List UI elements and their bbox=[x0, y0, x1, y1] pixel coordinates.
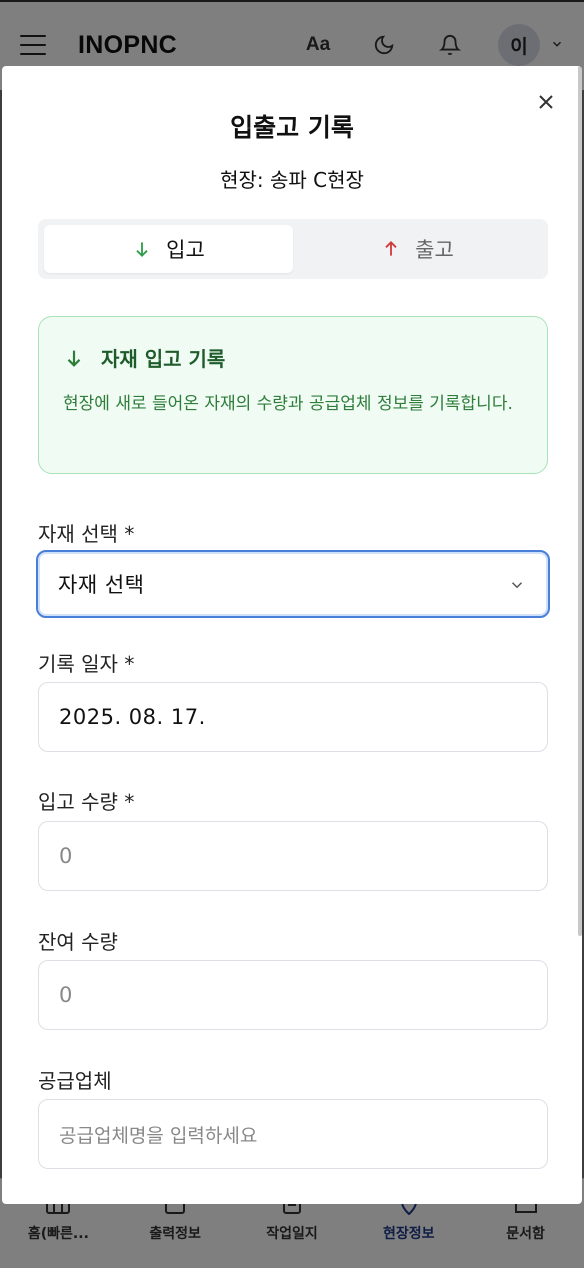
arrow-up-icon bbox=[385, 241, 397, 256]
tab-label: 출고 bbox=[415, 238, 454, 262]
arrow-down-icon bbox=[136, 242, 148, 257]
inbound-qty-placeholder: 0 bbox=[59, 844, 73, 868]
modal-title: 입출고 기록 bbox=[230, 113, 354, 142]
inbound-qty-label: 입고 수량 * bbox=[38, 790, 135, 814]
info-callout: 자재 입고 기록 현장에 새로 들어온 자재의 수량과 공급업체 정보를 기록합… bbox=[38, 316, 548, 474]
date-field[interactable]: 2025. 08. 17. bbox=[38, 682, 548, 752]
date-label: 기록 일자 * bbox=[38, 652, 135, 676]
remaining-qty-placeholder: 0 bbox=[59, 983, 73, 1007]
material-record-modal: 입출고 기록 현장: 송파 C현장 입고 출고 자재 입고 기록 현장에 새로 … bbox=[2, 66, 582, 1204]
arrow-down-icon bbox=[67, 350, 81, 367]
date-value: 2025. 08. 17. bbox=[59, 705, 206, 729]
tab-label: 입고 bbox=[166, 238, 205, 262]
supplier-label: 공급업체 bbox=[38, 1069, 112, 1093]
in-out-tabs: 입고 출고 bbox=[38, 219, 548, 279]
tab-inbound[interactable]: 입고 bbox=[44, 225, 293, 273]
material-label: 자재 선택 * bbox=[38, 522, 135, 546]
remaining-qty-input[interactable]: 0 bbox=[38, 960, 548, 1030]
inbound-qty-input[interactable]: 0 bbox=[38, 821, 548, 891]
material-select-value: 자재 선택 bbox=[58, 573, 145, 597]
chevron-down-icon bbox=[511, 582, 523, 589]
supplier-input[interactable]: 공급업체명을 입력하세요 bbox=[38, 1099, 548, 1169]
supplier-placeholder: 공급업체명을 입력하세요 bbox=[59, 1124, 258, 1147]
tab-outbound[interactable]: 출고 bbox=[293, 225, 542, 273]
remaining-qty-label: 잔여 수량 bbox=[38, 930, 118, 954]
info-title: 자재 입고 기록 bbox=[101, 347, 226, 371]
site-subtitle: 현장: 송파 C현장 bbox=[220, 168, 364, 192]
scrollbar[interactable] bbox=[578, 66, 582, 936]
material-select[interactable]: 자재 선택 bbox=[36, 550, 550, 618]
info-description: 현장에 새로 들어온 자재의 수량과 공급업체 정보를 기록합니다. bbox=[63, 394, 513, 414]
